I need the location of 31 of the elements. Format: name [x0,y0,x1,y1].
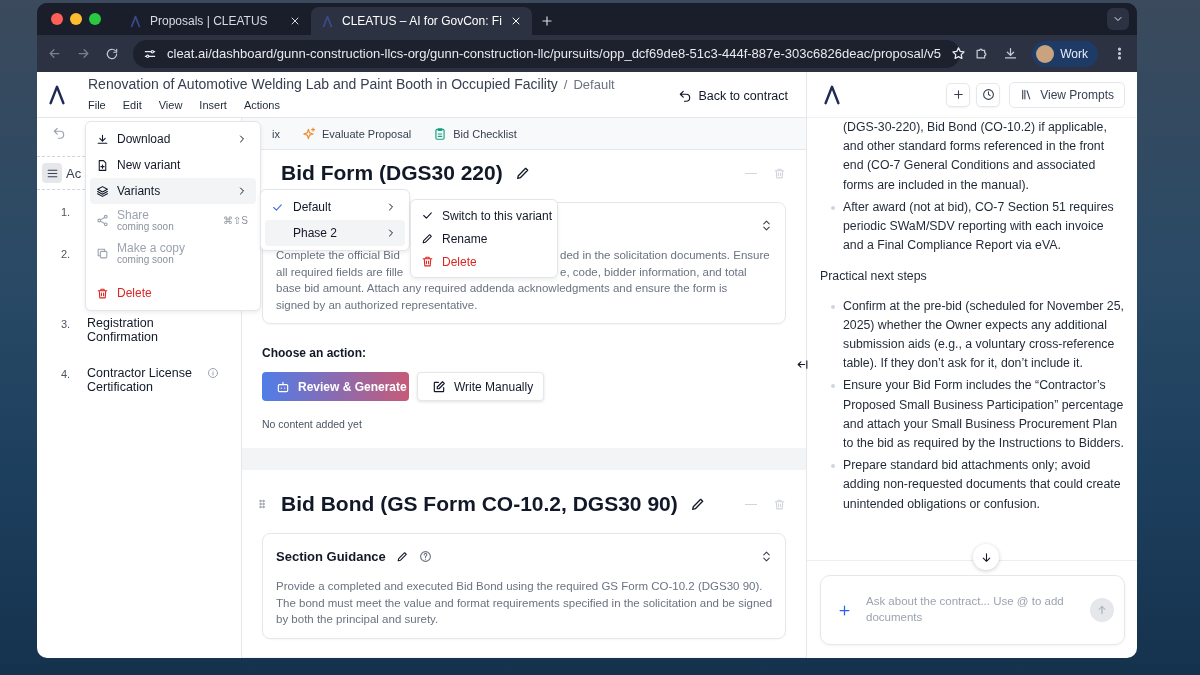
chat-bullet: After award (not at bid), CO-7 Section 51 requires periodic SWaM/SDV reporting with each invoice and a Final Compliance Report via eVA. [843,198,1115,255]
guidance-text: all required fields are fille [276,264,405,280]
item-number: 1. [61,205,72,220]
chat-bullet: Confirm at the pre-bid (scheduled for November 25, 2025) whether the Owner expects any additional submission aids (e.g., a voluntary cross-reference table). If they don’t ask for it, don’t include it. [843,297,1125,373]
menu-item-note: coming soon [117,220,174,233]
shortcut-hint: ⌘⇧S [223,215,248,226]
menu-item-label: Make a copy [117,241,186,254]
menu-item-label: Share [117,208,151,221]
outline-heading: Ac [66,165,82,181]
document-title: Renovation of Automotive Welding Lab and Paint Booth in Occupied Facility [88,76,558,92]
empty-note: No content added yet [262,418,363,430]
chat-bullet: Ensure your Bid Form includes the “Contractor’s Proposed Small Business Participation” percentage and attach your Small Business Procurement Plan to the bid as required by the Instructions to Bidders. [843,377,1125,453]
item-number: 3. [61,317,72,332]
guidance-text: ded in the solicitation documents. Ensure [560,248,771,263]
section-title: Bid Form (DGS30 220) [281,161,503,185]
guidance-text: base bid amount. Attach any required addenda acknowledgments and ensure the form is [276,281,729,296]
guidance-title: Section Guidance [276,548,386,564]
section-title: Bid Bond (GS Form CO-10.2, DGS30 90) [281,492,678,516]
chat-heading: Practical next steps [820,268,928,286]
menu-item-note: coming soon [117,253,174,266]
item-number: 4. [61,367,72,382]
guidance-text: e, code, bidder information, and total [560,264,748,280]
action-prompt: Choose an action: [262,346,367,360]
chat-paragraph: (DGS-30-220), Bid Bond (CO-10.2) if applicable, and other standard forms referenced in the front end (CO-7 General Conditions and associated forms are included in the manual). [842,119,1108,194]
variant-name: Default [573,77,615,92]
guidance-text: Provide a completed and executed Bid Bond using the required GS Form CO-10.2 (DGS30 90). The bond must meet the value and format requirements specified in the solicitation and be signed by both the principal and surety. [276,579,773,627]
breadcrumb-separator: / [563,77,568,92]
chat-bullet: Prepare standard bid attachments only; avoid adding non-requested documents that could create unintended obligations or confusion. [843,457,1122,513]
item-number: 2. [61,247,72,262]
guidance-text: Complete the official Bid [276,248,401,263]
guidance-text: signed by an authorized representative. [276,297,479,313]
